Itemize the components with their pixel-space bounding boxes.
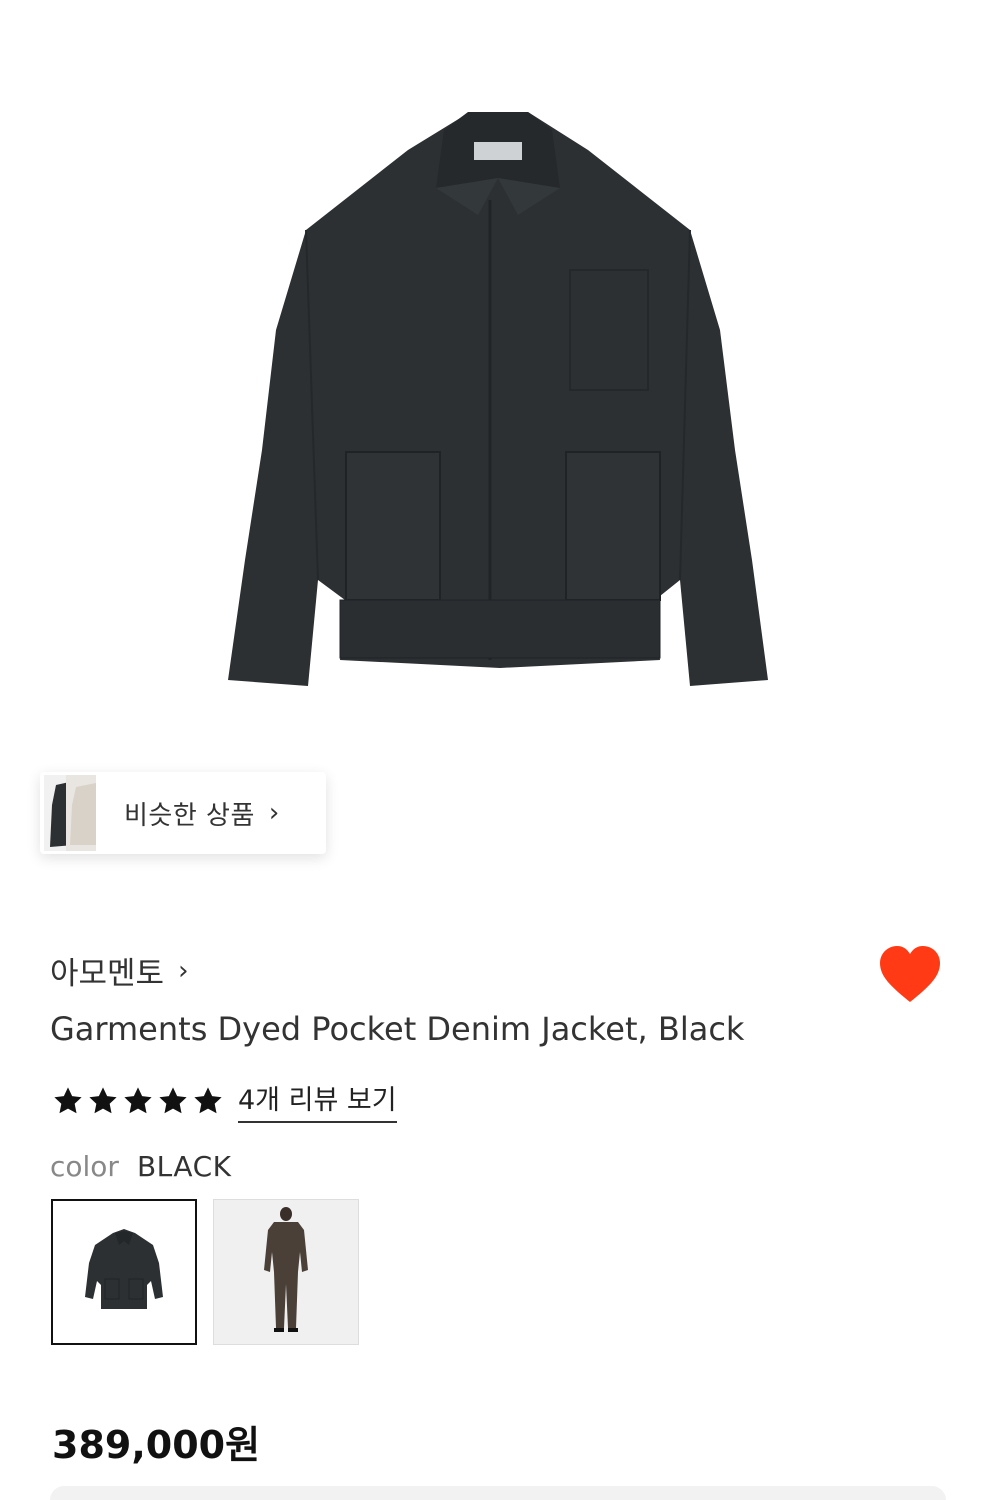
product-title: Garments Dyed Pocket Denim Jacket, Black bbox=[50, 1010, 745, 1048]
color-row: color BLACK bbox=[50, 1150, 231, 1183]
price: 389,000원 bbox=[52, 1423, 261, 1467]
star-rating bbox=[52, 1085, 224, 1117]
rating-row: 4개 리뷰 보기 bbox=[52, 1078, 397, 1123]
star-icon bbox=[159, 1086, 187, 1113]
color-value: BLACK bbox=[136, 1150, 232, 1183]
swatch-black-jacket[interactable] bbox=[51, 1199, 197, 1345]
swatch-jacket-image bbox=[85, 1229, 163, 1309]
color-label: color bbox=[50, 1150, 119, 1183]
chevron-right-icon: › bbox=[268, 798, 280, 828]
similar-products-label: 비슷한 상품 bbox=[124, 800, 255, 831]
similar-thumb-beige bbox=[66, 775, 96, 851]
product-hero-image[interactable] bbox=[0, 0, 996, 740]
review-link[interactable]: 4개 리뷰 보기 bbox=[238, 1078, 397, 1123]
chevron-right-icon: › bbox=[178, 955, 189, 986]
jacket-illustration bbox=[228, 112, 768, 686]
brand-name: 아모멘토 bbox=[50, 956, 165, 992]
star-icon bbox=[124, 1086, 152, 1113]
star-icon bbox=[89, 1086, 117, 1113]
similar-thumbnails bbox=[44, 775, 104, 851]
brand-link[interactable]: 아모멘토 › bbox=[50, 948, 189, 993]
similar-products-button[interactable]: 비슷한 상품 › bbox=[40, 772, 326, 854]
star-icon bbox=[54, 1086, 82, 1113]
swatch-model-image bbox=[264, 1207, 308, 1332]
star-icon bbox=[194, 1086, 222, 1113]
bottom-action-bar[interactable] bbox=[50, 1486, 946, 1500]
heart-icon[interactable] bbox=[878, 944, 942, 1006]
swatch-brown-model[interactable] bbox=[213, 1199, 359, 1345]
